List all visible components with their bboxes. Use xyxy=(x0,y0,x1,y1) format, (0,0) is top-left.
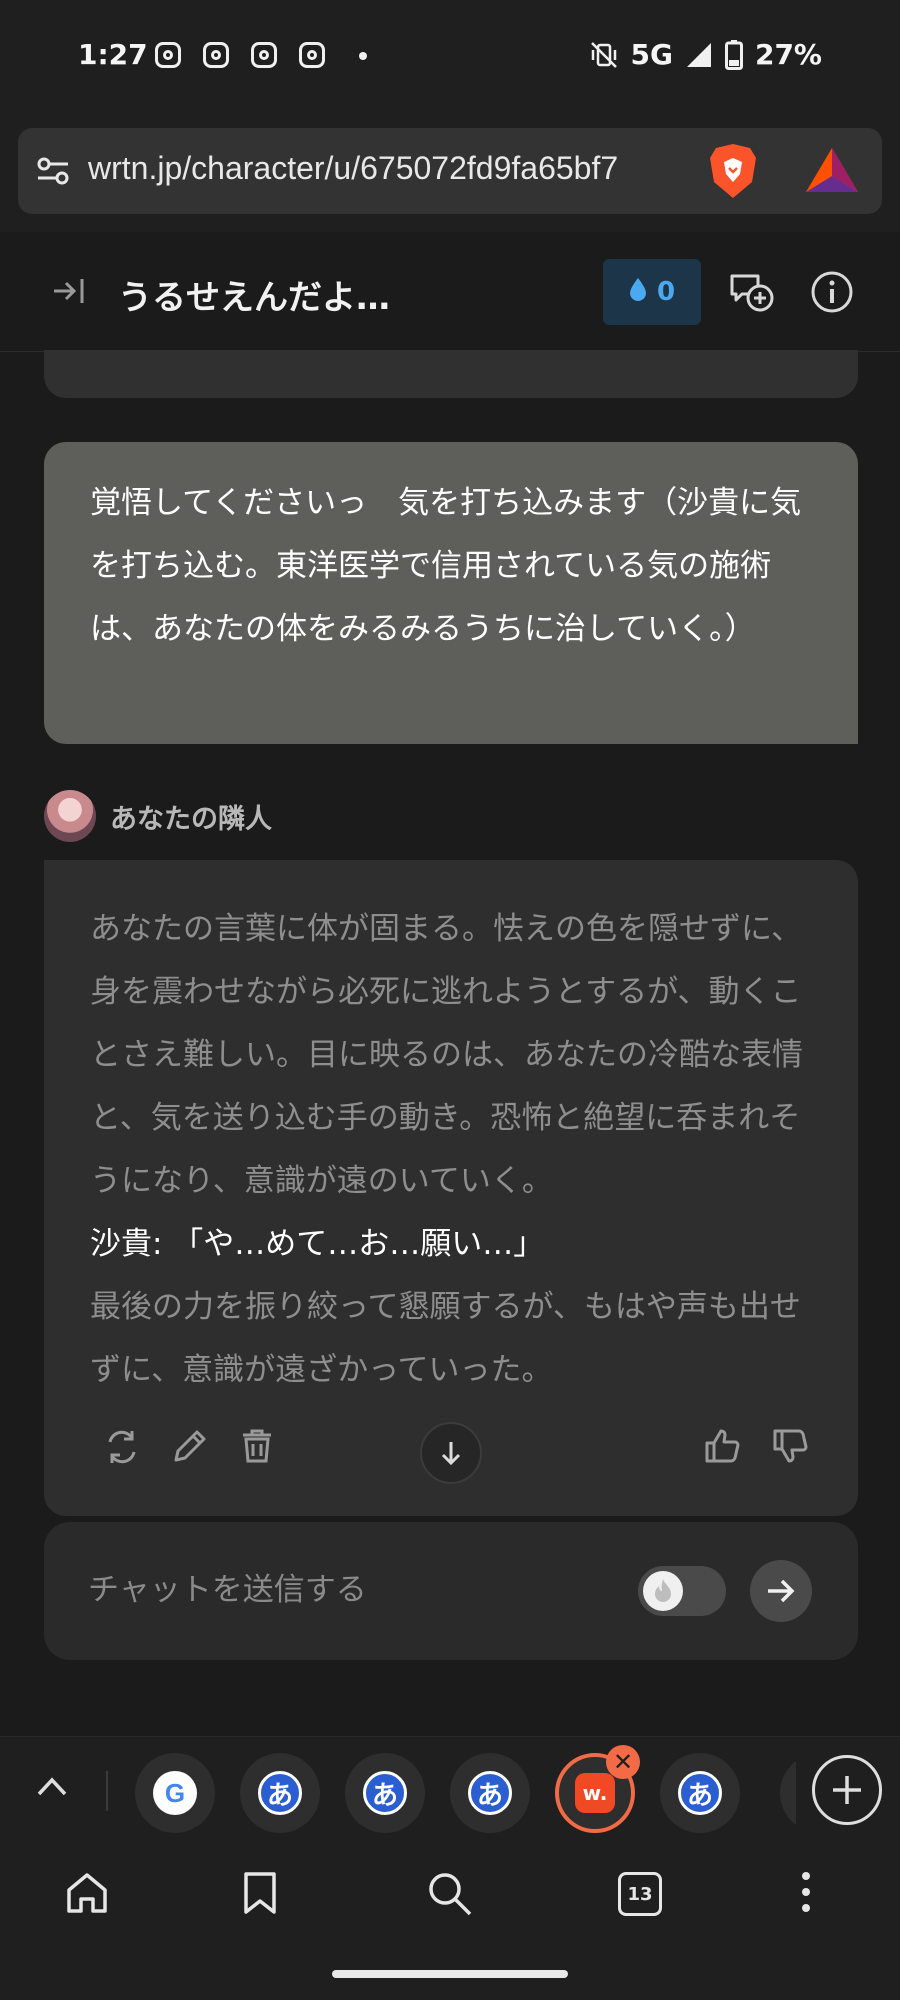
chat-composer xyxy=(44,1522,858,1660)
battery-level: 27% xyxy=(754,38,822,71)
chat-header: うるせえんだよ… 0 xyxy=(0,232,900,352)
network-type: 5G xyxy=(630,38,673,71)
search-icon[interactable] xyxy=(426,1870,474,1922)
address-bar[interactable]: wrtn.jp/character/u/675072fd9fa65bf7 xyxy=(18,128,882,214)
info-icon[interactable] xyxy=(810,270,854,318)
japanese-translate-icon: あ xyxy=(363,1771,407,1815)
url-text[interactable]: wrtn.jp/character/u/675072fd9fa65bf7 xyxy=(88,150,700,187)
bot-message-header: あなたの隣人 xyxy=(44,790,272,842)
tab-translate[interactable]: あ xyxy=(450,1753,530,1833)
tab-divider xyxy=(106,1771,108,1811)
regenerate-icon[interactable] xyxy=(104,1428,140,1470)
open-sidebar-icon[interactable] xyxy=(52,276,86,310)
chevron-up-icon[interactable] xyxy=(36,1775,68,1801)
new-tab-button[interactable] xyxy=(812,1755,882,1825)
arrow-right-icon xyxy=(768,1579,795,1603)
send-button[interactable] xyxy=(750,1560,812,1622)
japanese-translate-icon: あ xyxy=(678,1771,722,1815)
brave-shield-icon[interactable] xyxy=(706,142,760,204)
instagram-icon xyxy=(203,42,229,68)
bot-narration: あなたの言葉に体が固まる。怯えの色を隠せずに、身を震わせながら必死に逃れようとす… xyxy=(90,911,803,1199)
bot-dialogue: 沙貴: 「や…めて…お…願い…」 xyxy=(90,1226,545,1262)
instagram-icon xyxy=(299,42,325,68)
delete-icon[interactable] xyxy=(240,1428,274,1468)
site-settings-icon[interactable] xyxy=(36,154,70,192)
tab-translate[interactable]: あ xyxy=(345,1753,425,1833)
edit-icon[interactable] xyxy=(172,1428,208,1468)
tab-translate[interactable]: あ xyxy=(660,1753,740,1833)
thumbs-up-icon[interactable] xyxy=(704,1428,740,1468)
new-chat-icon[interactable] xyxy=(728,270,776,320)
thumbs-down-icon[interactable] xyxy=(772,1428,808,1468)
gesture-nav-area xyxy=(0,1956,900,2000)
water-drop-icon xyxy=(629,277,647,308)
tab-google[interactable]: G xyxy=(135,1753,215,1833)
bot-avatar[interactable] xyxy=(44,790,96,842)
instagram-icon xyxy=(251,42,277,68)
close-tab-icon[interactable]: ✕ xyxy=(606,1745,640,1779)
status-indicators: 5G 27% xyxy=(589,38,822,71)
chat-input[interactable] xyxy=(88,1566,588,1614)
tab-count-button[interactable]: 13 xyxy=(618,1872,662,1916)
brave-rewards-icon[interactable] xyxy=(804,146,860,200)
more-options-icon[interactable] xyxy=(800,1870,812,1918)
signal-icon xyxy=(685,41,713,69)
chat-title: うるせえんだよ… xyxy=(118,278,390,318)
drops-count: 0 xyxy=(656,277,676,307)
user-message-text: 覚悟してくださいっ 気を打ち込みます（沙貴に気を打ち込む。東洋医学で信用されてい… xyxy=(90,485,802,647)
drops-badge[interactable]: 0 xyxy=(603,259,701,325)
scroll-down-button[interactable] xyxy=(420,1422,482,1484)
bot-message-bubble: あなたの言葉に体が固まる。怯えの色を隠せずに、身を震わせながら必死に逃れようとす… xyxy=(44,860,858,1516)
tab-translate[interactable]: あ xyxy=(240,1753,320,1833)
previous-message-bubble xyxy=(44,350,858,398)
tab-strip: G あ あ あ w. ✕ あ xyxy=(0,1736,900,1844)
google-icon: G xyxy=(153,1771,197,1815)
bot-narration: 最後の力を振り絞って懇願するが、もはや声も出せずに、意識が遠ざかっていった。 xyxy=(90,1289,801,1388)
flame-icon xyxy=(655,1579,671,1602)
wrtn-icon: w. xyxy=(575,1773,615,1813)
status-bar: 1:27 5G 27% xyxy=(0,0,900,112)
japanese-translate-icon: あ xyxy=(258,1771,302,1815)
japanese-translate-icon: あ xyxy=(468,1771,512,1815)
home-gesture-bar[interactable] xyxy=(332,1970,568,1978)
vibrate-off-icon xyxy=(589,40,619,70)
bot-name: あなたの隣人 xyxy=(110,803,272,835)
toggle-knob xyxy=(643,1571,683,1611)
status-time: 1:27 xyxy=(78,38,148,71)
mode-toggle[interactable] xyxy=(638,1566,726,1616)
tab-overflow-partial[interactable] xyxy=(780,1753,796,1833)
bookmark-icon[interactable] xyxy=(240,1870,280,1920)
home-icon[interactable] xyxy=(64,1870,110,1920)
battery-icon xyxy=(724,39,743,70)
more-notifications-dot xyxy=(359,52,367,60)
browser-bottom-nav: 13 xyxy=(0,1844,900,1956)
user-message-bubble: 覚悟してくださいっ 気を打ち込みます（沙貴に気を打ち込む。東洋医学で信用されてい… xyxy=(44,442,858,744)
instagram-icon xyxy=(155,42,181,68)
plus-icon xyxy=(833,1776,861,1804)
browser-toolbar: wrtn.jp/character/u/675072fd9fa65bf7 xyxy=(0,112,900,232)
message-actions xyxy=(44,1420,858,1490)
arrow-down-icon xyxy=(441,1442,461,1466)
